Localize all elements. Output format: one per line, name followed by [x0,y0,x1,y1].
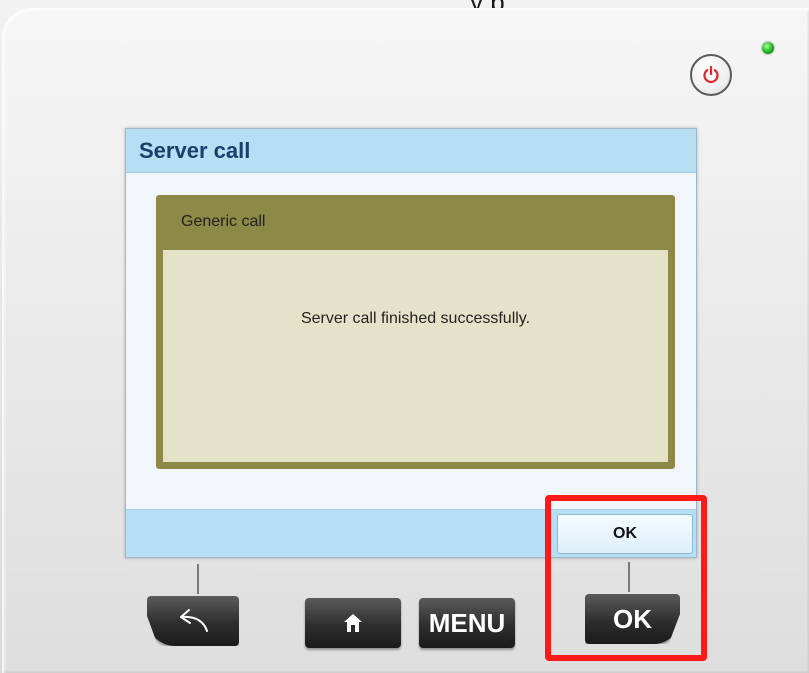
phone-device: y p Server call Generic call Server call… [0,0,809,673]
dialog-header: Generic call [181,213,266,230]
back-arrow-icon [180,609,208,632]
dialog-message: Server call finished successfully. [300,310,531,327]
ok-key-connector [628,562,630,592]
home-icon [344,614,362,632]
back-key[interactable] [147,596,239,646]
softkey-bar: OK [126,509,696,557]
back-key-connector [197,564,199,594]
power-button[interactable] [690,54,732,96]
dialog-body: Server call finished successfully. [163,250,668,462]
display-screen: Server call Generic call Server call fin… [125,128,697,558]
status-led [762,42,774,54]
menu-key[interactable]: MENU [419,598,515,648]
ok-softkey[interactable]: OK [557,514,693,554]
server-call-dialog: Generic call Server call finished succes… [156,195,675,469]
screen-title: Server call [139,138,251,163]
power-icon [703,65,719,84]
home-key[interactable] [305,598,401,648]
title-bar: Server call [126,129,696,173]
ok-key[interactable]: OK [585,594,680,644]
